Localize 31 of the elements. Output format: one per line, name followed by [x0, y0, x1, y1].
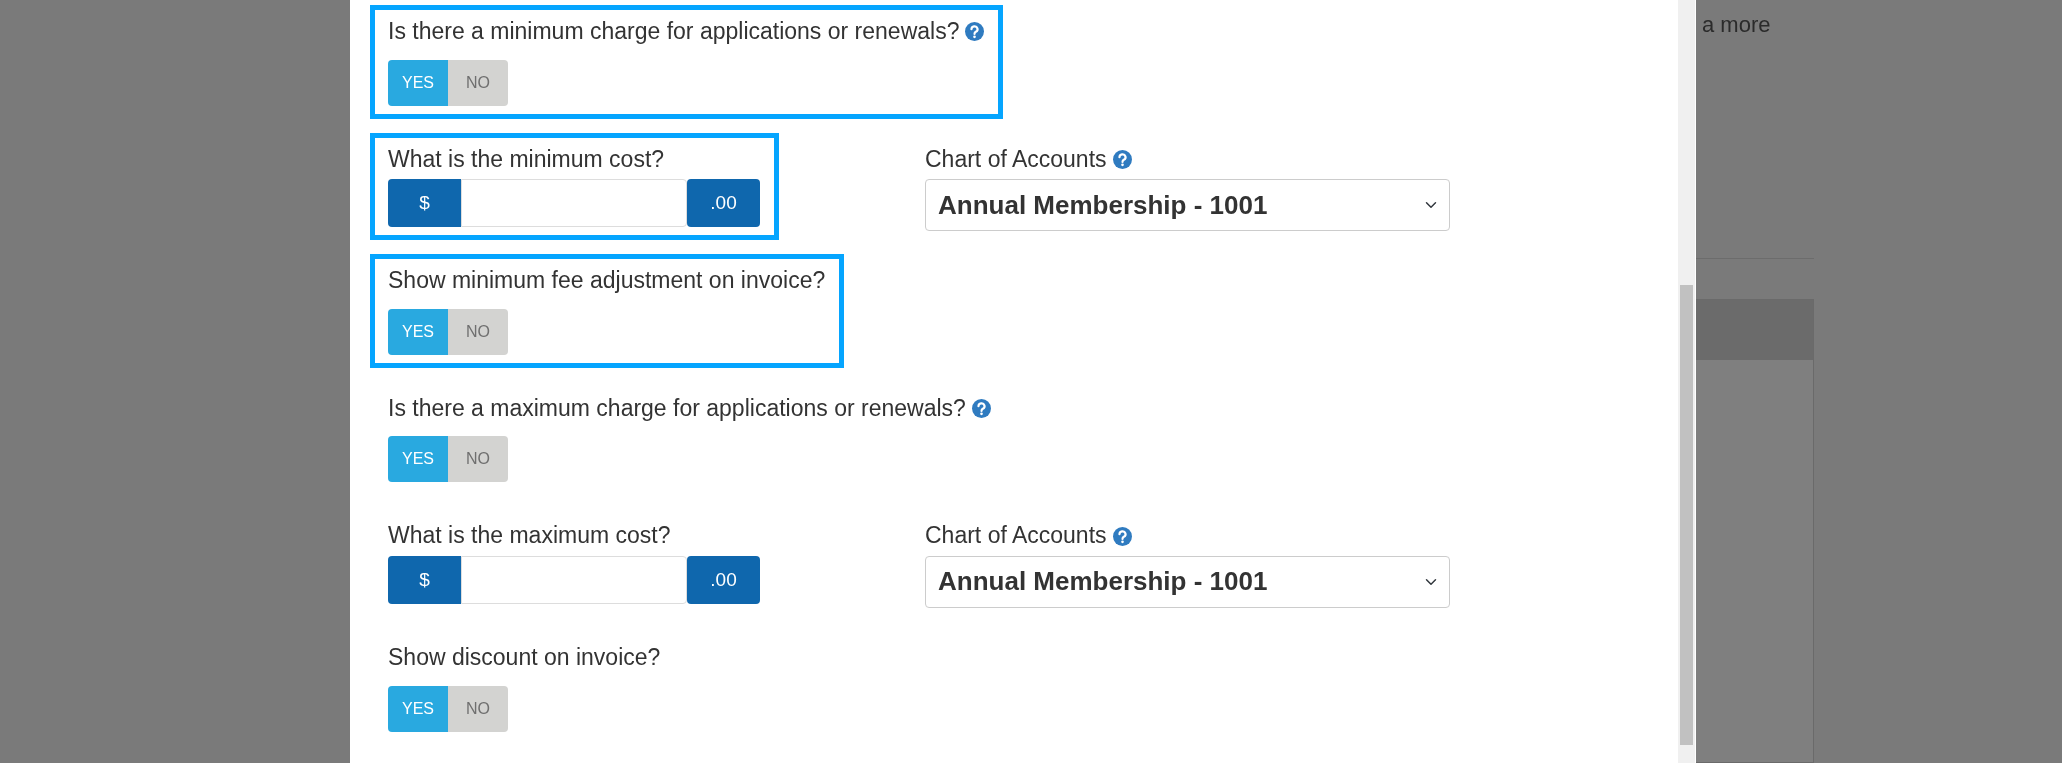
field-label: Chart of Accounts [925, 145, 1107, 174]
scrollbar[interactable] [1678, 0, 1695, 763]
toggle-option[interactable]: YES [388, 685, 448, 732]
field-label: Is there a maximum charge for applications or renewals? [388, 394, 966, 423]
help-icon[interactable] [1112, 526, 1132, 546]
scrollbar-thumb[interactable] [1680, 285, 1693, 745]
toggle-option[interactable]: NO [448, 308, 508, 355]
amount-field[interactable] [461, 555, 687, 604]
toggle-option[interactable]: YES [388, 59, 448, 106]
amount-field[interactable] [461, 179, 687, 228]
currency-addon: $ [388, 555, 461, 604]
field-label: Is there a minimum charge for applications or renewals? [388, 18, 960, 46]
toggle-option[interactable]: NO [448, 436, 508, 483]
background-text: a more [1701, 11, 1772, 36]
toggle-option[interactable]: NO [448, 685, 508, 732]
help-icon[interactable] [971, 399, 991, 419]
field-label: Show discount on invoice? [388, 643, 661, 672]
help-icon[interactable] [965, 22, 985, 42]
account-select[interactable]: Annual Membership - 1001 [925, 179, 1450, 232]
account-select[interactable]: Annual Membership - 1001 [925, 555, 1450, 608]
toggle-option[interactable]: NO [448, 59, 508, 106]
currency-addon: $ [388, 179, 461, 228]
help-icon[interactable] [1112, 149, 1132, 169]
field-label: What is the maximum cost? [388, 522, 671, 550]
field-label: Chart of Accounts [925, 522, 1107, 550]
toggle-option[interactable]: YES [388, 308, 448, 355]
toggle-option[interactable]: YES [388, 436, 448, 483]
field-label: What is the minimum cost? [388, 145, 665, 174]
field-label: Show minimum fee adjustment on invoice? [388, 267, 826, 295]
cents-addon: .00 [687, 179, 760, 228]
cents-addon: .00 [687, 555, 760, 604]
